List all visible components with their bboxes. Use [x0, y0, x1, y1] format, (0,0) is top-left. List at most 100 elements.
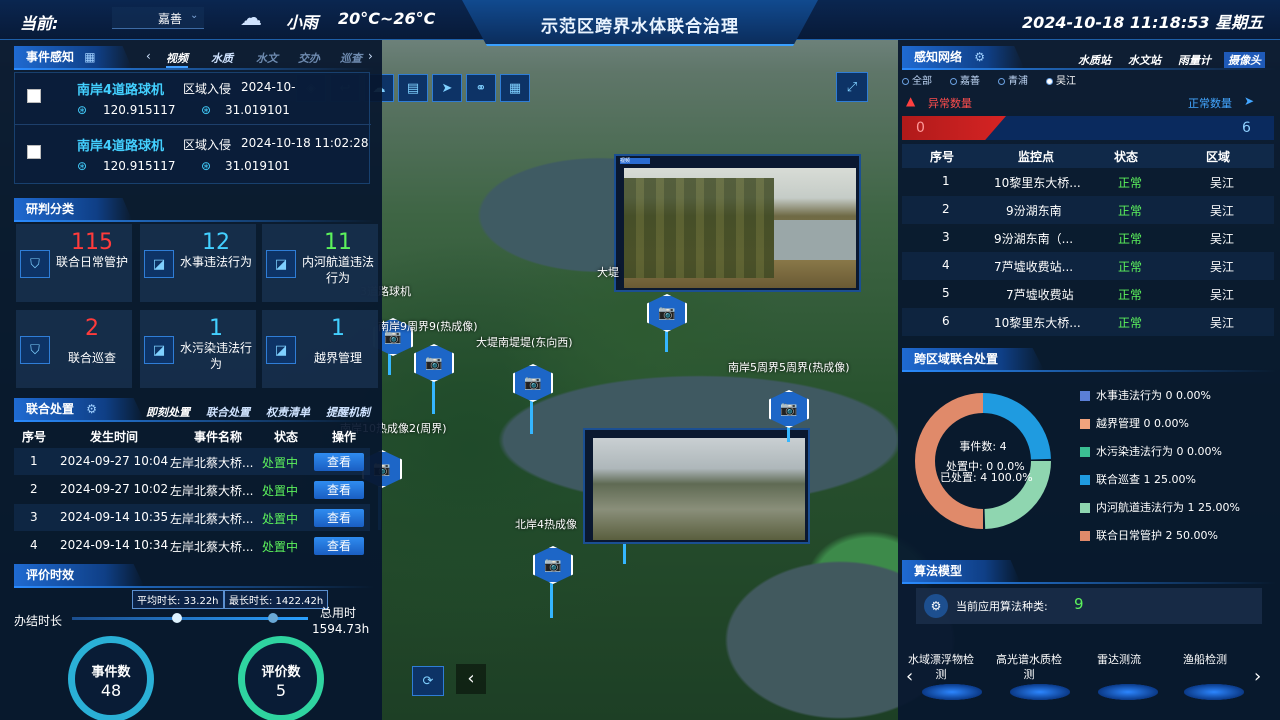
view-button[interactable]: 查看 — [314, 537, 364, 555]
shield-icon: ⛉ — [20, 336, 50, 364]
category-water-violation[interactable]: ◪ 12 水事违法行为 — [140, 224, 256, 302]
page-title: 示范区跨界水体联合治理 — [541, 17, 739, 37]
col-time: 发生时间 — [90, 430, 139, 444]
category-joint-patrol[interactable]: ⛉ 2 联合巡查 — [16, 310, 132, 388]
legend-label: 水污染违法行为 0 0.00% — [1096, 445, 1222, 458]
tab-hydro-station[interactable]: 水文站 — [1128, 52, 1161, 68]
tabs-prev-arrow[interactable]: ‹ — [146, 49, 151, 63]
tab-assign[interactable]: 交办 — [298, 50, 320, 66]
tab-water-station[interactable]: 水质站 — [1078, 52, 1111, 68]
table-row[interactable]: 3 2024-09-14 10:35 左岸北蔡大桥... 处置中 查看 — [14, 504, 370, 531]
radio-all[interactable]: 全部 — [902, 72, 932, 87]
avg-handle[interactable] — [172, 613, 182, 623]
event-item[interactable]: 南岸4道路球机 区域入侵 2024-10- ⊛ 120.915117 ⊛ 31.… — [15, 73, 371, 125]
category-daily-care[interactable]: ⛉ 115 联合日常管护 — [16, 224, 132, 302]
row-time: 2024-09-27 10:04 — [60, 454, 169, 468]
category-pollution[interactable]: ◪ 1 水污染违法行为 — [140, 310, 256, 388]
building-icon[interactable]: ▤ — [398, 74, 428, 102]
map-label: 南岸9周界9(热成像) — [378, 320, 478, 333]
view-button[interactable]: 查看 — [314, 481, 364, 499]
algo-item[interactable]: 雷达测流 — [1084, 652, 1154, 667]
algo-item[interactable]: 高光谱水质检测 — [994, 652, 1064, 682]
tab-water-quality[interactable]: 水质 — [211, 50, 233, 66]
table-row[interactable]: 2 2024-09-27 10:02 左岸北蔡大桥... 处置中 查看 — [14, 476, 370, 503]
tab-responsibility[interactable]: 权责清单 — [266, 404, 310, 420]
view-button[interactable]: 查看 — [314, 453, 364, 471]
legend-swatch — [1080, 391, 1090, 401]
fullscreen-icon[interactable]: ⤢ — [836, 72, 868, 102]
row-point: 7芦墟收费站... — [994, 260, 1074, 274]
algo-next-arrow[interactable]: › — [1254, 666, 1261, 687]
map-prev-arrow[interactable]: ‹ — [456, 664, 486, 694]
max-handle[interactable] — [268, 613, 278, 623]
tab-hydrology[interactable]: 水文 — [256, 50, 278, 66]
tab-rain-gauge[interactable]: 雨量计 — [1178, 52, 1211, 68]
row-point: 9汾湖东南（... — [994, 232, 1074, 246]
gear-icon[interactable]: ⚙ — [974, 50, 985, 64]
document-icon: ◪ — [144, 250, 174, 278]
algo-item[interactable]: 渔船检测 — [1170, 652, 1240, 667]
tab-immediate[interactable]: 即刻处置 — [146, 404, 190, 420]
video-popup-1[interactable]: 视频 — [614, 154, 861, 292]
radio-jiashan[interactable]: 嘉善 — [950, 72, 980, 87]
tabs-next-arrow[interactable]: › — [368, 49, 373, 63]
row-area: 吴江 — [1210, 288, 1235, 302]
table-row[interactable]: 2 9汾湖东南 正常 吴江 — [902, 196, 1274, 224]
legend-label: 水事违法行为 0 0.00% — [1096, 389, 1211, 402]
rotate-icon[interactable]: ⟳ — [412, 666, 444, 696]
current-label: 当前: — [20, 14, 59, 33]
event-time: 2024-10- — [241, 80, 296, 94]
radio-wujiang[interactable]: 吴江 — [1046, 72, 1076, 87]
row-status: 正常 — [1118, 204, 1143, 218]
lat-icon: ⊛ — [201, 159, 212, 173]
category-label: 联合日常管护 — [55, 255, 128, 269]
lng-icon: ⊛ — [77, 159, 88, 173]
lat-icon: ⊛ — [201, 103, 212, 117]
row-status: 正常 — [1118, 288, 1143, 302]
camera-marker[interactable]: 📷 — [414, 344, 454, 382]
map-label: 南岸5周界5周界(热成像) — [728, 361, 850, 374]
left-panel: 事件感知 ▦ ‹ 视频 水质 水文 交办 巡查 › 南岸4道路球机 区域入侵 2… — [0, 40, 382, 720]
table-row[interactable]: 4 2024-09-14 10:34 左岸北蔡大桥... 处置中 查看 — [14, 532, 370, 559]
table-row[interactable]: 1 2024-09-27 10:04 左岸北蔡大桥... 处置中 查看 — [14, 448, 370, 475]
chevron-down-icon: ⌄ — [190, 10, 199, 21]
table-row[interactable]: 5 7芦墟收费站 正常 吴江 — [902, 280, 1274, 308]
tab-camera[interactable]: 摄像头 — [1224, 52, 1265, 68]
share-icon[interactable]: ⚭ — [466, 74, 496, 102]
camera-marker[interactable]: 📷 — [533, 546, 573, 584]
send-icon[interactable]: ➤ — [432, 74, 462, 102]
algo-item[interactable]: 水域漂浮物检测 — [906, 652, 976, 682]
video-popup-2[interactable] — [583, 428, 810, 544]
tab-reminder[interactable]: 提醒机制 — [326, 404, 370, 420]
table-row[interactable]: 4 7芦墟收费站... 正常 吴江 — [902, 252, 1274, 280]
algo-platform-icon — [1098, 684, 1158, 700]
category-boundary[interactable]: ◪ 1 越界管理 — [262, 310, 378, 388]
camera-marker-active[interactable]: 📷 — [647, 294, 687, 332]
avg-tooltip: 平均时长: 33.22h — [132, 590, 224, 609]
region-select[interactable]: 嘉善 ⌄ — [112, 7, 204, 29]
view-button[interactable]: 查看 — [314, 509, 364, 527]
table-row[interactable]: 3 9汾湖东南（... 正常 吴江 — [902, 224, 1274, 252]
duration-label: 办结时长 — [14, 614, 63, 628]
row-name: 左岸北蔡大桥... — [170, 484, 254, 498]
category-channel-violation[interactable]: ◪ 11 内河航道违法行为 — [262, 224, 378, 302]
gear-icon[interactable]: ⚙ — [86, 402, 97, 416]
cloud-rain-icon: ☁ — [240, 6, 262, 31]
table-header: 序号 发生时间 事件名称 状态 操作 — [14, 424, 370, 446]
event-item[interactable]: 南岸4道路球机 区域入侵 2024-10-18 11:02:28 ⊛ 120.9… — [15, 129, 371, 181]
algo-label: 渔船检测 — [1183, 653, 1227, 666]
camera-marker[interactable]: 📷 — [769, 390, 809, 428]
legend-item: 水污染违法行为 0 0.00% — [1080, 438, 1240, 466]
tab-joint[interactable]: 联合处置 — [206, 404, 250, 420]
max-tooltip: 最长时长: 1422.42h — [224, 590, 329, 609]
film-icon[interactable]: ▦ — [500, 74, 530, 102]
tab-video[interactable]: 视频 — [166, 50, 188, 68]
table-row[interactable]: 1 10黎里东大桥... 正常 吴江 — [902, 168, 1274, 196]
event-list: 南岸4道路球机 区域入侵 2024-10- ⊛ 120.915117 ⊛ 31.… — [14, 72, 371, 184]
table-row[interactable]: 6 10黎里东大桥... 正常 吴江 — [902, 308, 1274, 336]
camera-marker[interactable]: 📷 — [513, 364, 553, 402]
tab-patrol[interactable]: 巡查 — [340, 50, 362, 66]
alarm-icon: ▲ — [906, 94, 916, 108]
radio-qingpu[interactable]: 青浦 — [998, 72, 1028, 87]
dashboard: 视频 📷 📷 📷 📷 📷 📷 📷 3道路球机 南岸9周界9(热成像) 大堤南堤堤… — [0, 0, 1280, 720]
